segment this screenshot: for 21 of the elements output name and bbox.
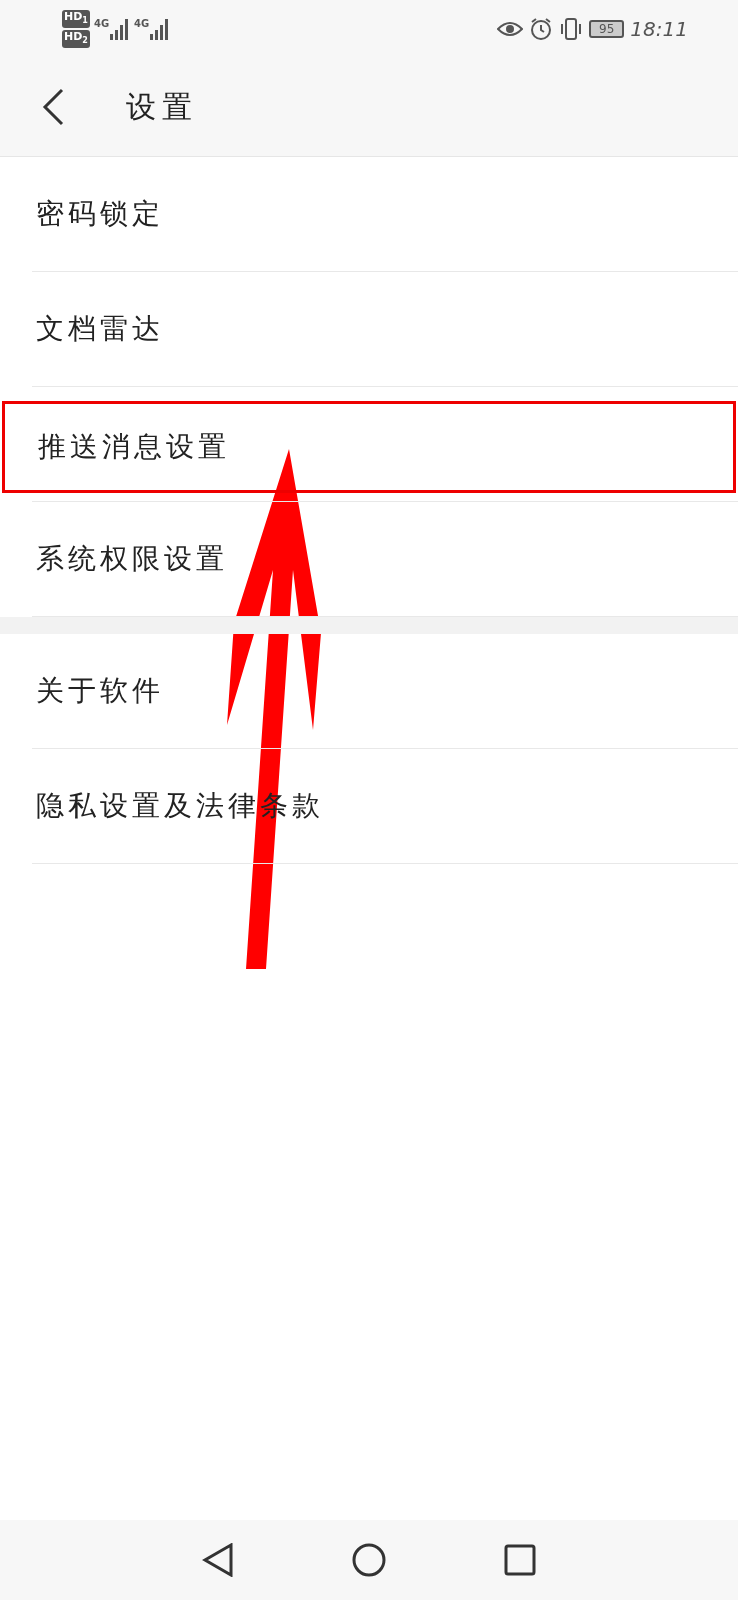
settings-item[interactable]: 文档雷达 xyxy=(32,290,168,368)
back-icon[interactable] xyxy=(202,1543,234,1577)
clock-time: 18:11 xyxy=(630,17,688,41)
back-icon[interactable] xyxy=(42,88,64,126)
hd-badge: HD$_{1}$ xyxy=(62,9,90,28)
settings-item[interactable]: 密码锁定 xyxy=(32,175,168,253)
settings-item[interactable]: 推送消息设置 xyxy=(2,401,736,493)
page-title: 设置 xyxy=(126,87,198,126)
vibrate-icon xyxy=(559,17,584,41)
network-label: 4G xyxy=(93,18,110,29)
recents-icon[interactable] xyxy=(504,1544,536,1576)
signal-icon xyxy=(150,18,171,40)
signal-icon xyxy=(110,18,131,40)
battery-level: 95 xyxy=(589,20,625,38)
hd-badge: HD$_{2}$ xyxy=(62,30,90,49)
eye-icon xyxy=(497,20,524,38)
network-label: 4G xyxy=(134,18,150,29)
settings-item[interactable]: 关于软件 xyxy=(32,652,168,730)
home-icon[interactable] xyxy=(352,1543,386,1577)
settings-item[interactable]: 系统权限设置 xyxy=(32,520,232,598)
alarm-icon xyxy=(529,17,554,41)
